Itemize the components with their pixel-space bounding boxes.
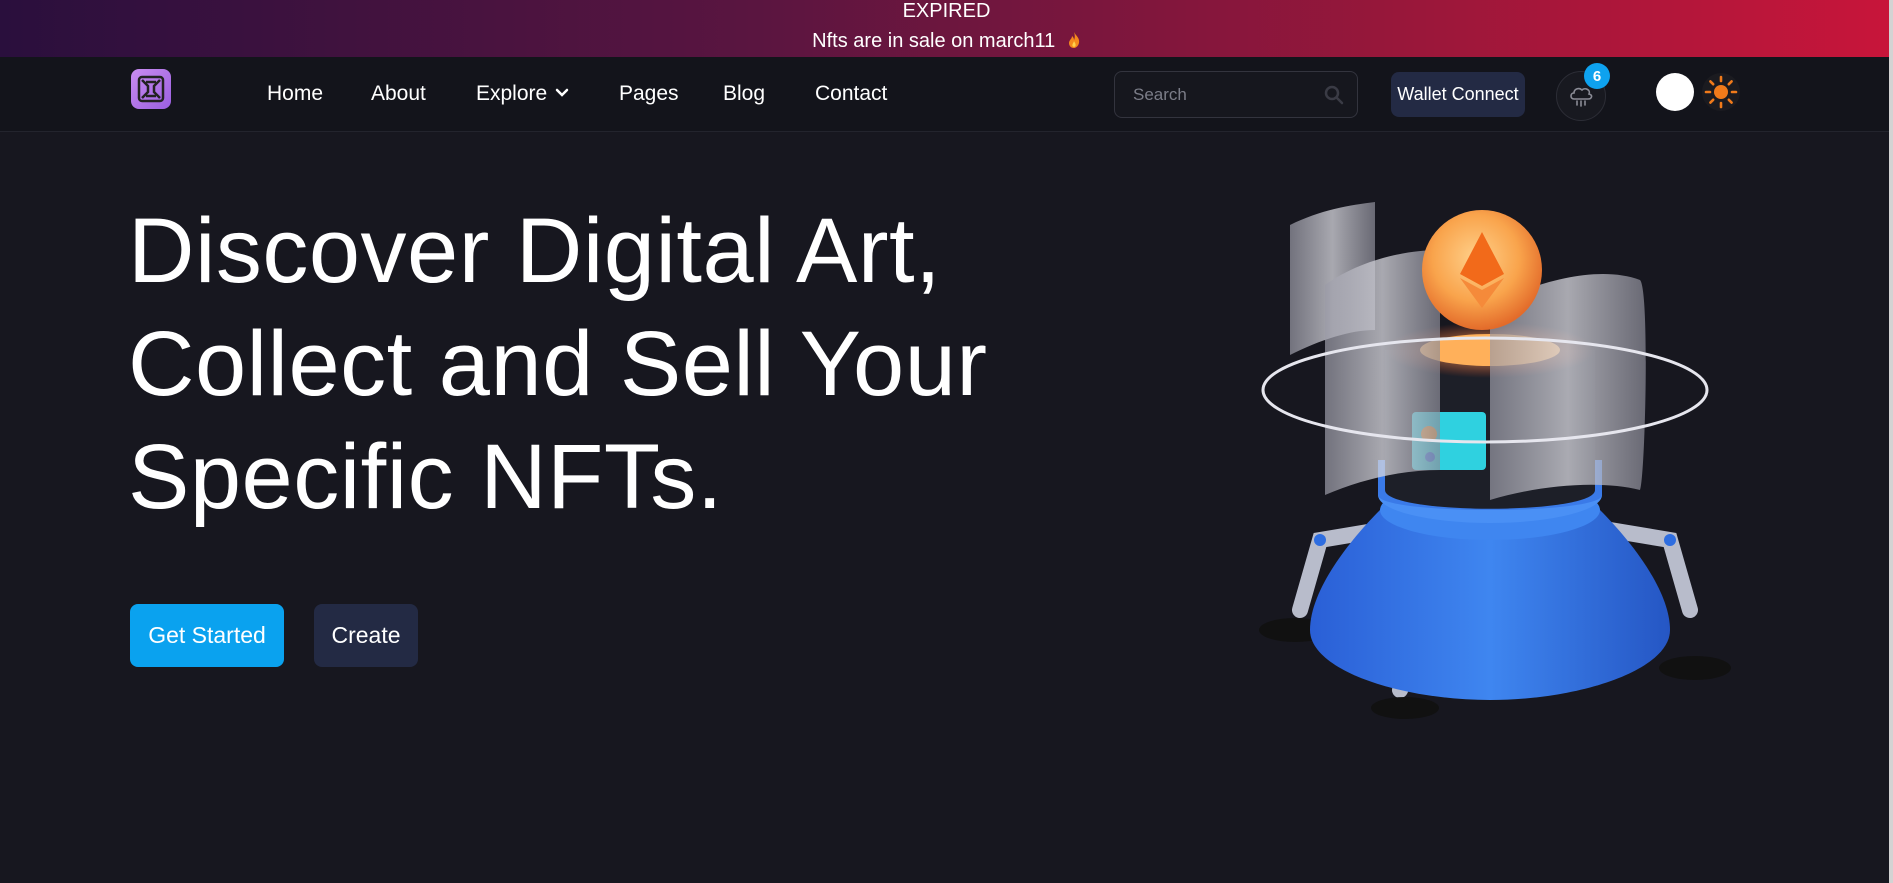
logo[interactable] bbox=[131, 69, 171, 109]
nav-blog[interactable]: Blog bbox=[723, 81, 765, 107]
get-started-button[interactable]: Get Started bbox=[130, 604, 284, 667]
announcement-banner: EXPIRED Nfts are in sale on march11 bbox=[0, 0, 1893, 57]
wallet-connect-button[interactable]: Wallet Connect bbox=[1391, 72, 1525, 117]
flame-icon bbox=[1068, 32, 1079, 48]
hero-title: Discover Digital Art, Collect and Sell Y… bbox=[128, 195, 1028, 534]
search-icon[interactable] bbox=[1324, 85, 1344, 105]
nav-explore[interactable]: Explore bbox=[476, 81, 569, 107]
hero-title-line-2: Collect and Sell Your bbox=[128, 313, 988, 415]
hero-title-line-1: Discover Digital Art, bbox=[128, 200, 942, 302]
search-input[interactable] bbox=[1133, 84, 1323, 106]
navbar: Home About Explore Pages Blog Contact Wa… bbox=[0, 57, 1893, 132]
banner-message: Nfts are in sale on march11 bbox=[812, 30, 1056, 52]
nav-about[interactable]: About bbox=[371, 81, 426, 107]
nav-explore-label: Explore bbox=[476, 82, 548, 105]
avatar[interactable] bbox=[1656, 73, 1694, 111]
create-button[interactable]: Create bbox=[314, 604, 418, 667]
search-box bbox=[1114, 71, 1358, 118]
nav-pages[interactable]: Pages bbox=[619, 81, 679, 107]
theme-toggle[interactable] bbox=[1702, 73, 1740, 111]
chevron-down-icon bbox=[555, 88, 569, 97]
cloud-icon bbox=[1570, 87, 1593, 107]
nav-contact[interactable]: Contact bbox=[815, 81, 887, 107]
notification-count-badge: 6 bbox=[1584, 63, 1610, 89]
hero-nft-illustration bbox=[1259, 202, 1731, 719]
nav-home[interactable]: Home bbox=[267, 81, 323, 107]
sun-icon bbox=[1704, 75, 1738, 109]
banner-status: EXPIRED bbox=[902, 0, 991, 22]
page-scrollbar[interactable] bbox=[1889, 0, 1893, 883]
banner-message-line: Nfts are in sale on march11 bbox=[0, 29, 1893, 53]
logo-icon bbox=[137, 75, 165, 103]
hero-title-line-3: Specific NFTs. bbox=[128, 426, 723, 528]
